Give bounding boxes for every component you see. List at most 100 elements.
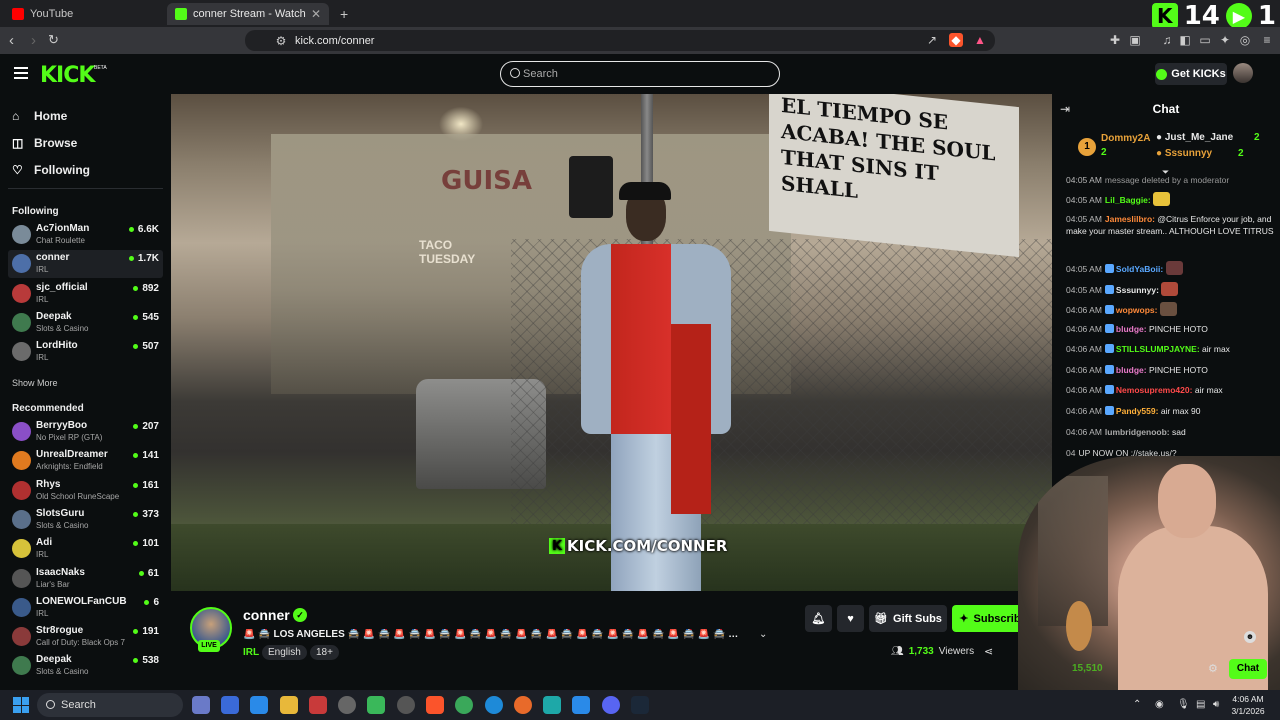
chrome-icon[interactable]	[455, 696, 473, 714]
tab-youtube[interactable]: YouTube	[4, 3, 164, 25]
message-user[interactable]: Nemosupremo420:	[1116, 385, 1193, 395]
follow-button[interactable]: ♥	[837, 605, 864, 632]
gift-subs-button[interactable]: 🎁︎ Gift Subs	[869, 605, 947, 632]
taskbar-search[interactable]: Search	[37, 693, 183, 717]
sidebar-channel-deepak[interactable]: Deepak Slots & Casino 545	[8, 309, 163, 337]
remote-app-icon[interactable]	[250, 696, 268, 714]
reload-icon[interactable]: ↻	[48, 32, 59, 48]
viewer-count: 191	[133, 626, 159, 637]
leo-icon[interactable]: ✦	[1218, 33, 1232, 47]
sidebar-channel-conner[interactable]: conner IRL 1.7K	[8, 250, 163, 279]
url-field[interactable]: kick.com/conner	[245, 30, 995, 51]
top-gifter-2[interactable]: ● Just_Me_Jane	[1156, 132, 1233, 143]
steam-icon[interactable]	[631, 696, 649, 714]
streamer-name[interactable]: conner	[243, 607, 290, 623]
user-avatar[interactable]	[1233, 63, 1253, 83]
message-user[interactable]: Jameslilbro:	[1105, 214, 1155, 224]
file-explorer-icon[interactable]	[280, 696, 298, 714]
sidebar-channel-adi[interactable]: Adi IRL 101	[8, 535, 163, 563]
arduino-icon[interactable]	[543, 696, 561, 714]
share-icon[interactable]: ↗	[925, 33, 939, 47]
media-icon[interactable]: ♫	[1160, 33, 1174, 47]
heart-icon: ♥	[847, 612, 854, 625]
message-user[interactable]: Pandy559:	[1116, 406, 1159, 416]
network-icon[interactable]: ▤	[1196, 699, 1205, 711]
category-link[interactable]: IRL	[243, 647, 259, 658]
site-info-icon[interactable]: ⚙	[274, 34, 288, 48]
sidebar-channel-sjc_official[interactable]: sjc_official IRL 892	[8, 280, 163, 308]
wallet-icon[interactable]: ▭	[1198, 33, 1212, 47]
volume-icon[interactable]: 🔊︎	[1213, 699, 1219, 711]
chat-settings-icon[interactable]: ⚙	[1208, 662, 1218, 675]
vpn-app-icon[interactable]	[367, 696, 385, 714]
message-user[interactable]: bludge:	[1116, 365, 1147, 375]
sidebar-channel-lonewolfancub[interactable]: LONEWOLFanCUB IRL 6	[8, 594, 163, 622]
chat-send-button[interactable]: Chat	[1229, 659, 1267, 679]
nav-following[interactable]: ♡ Following	[12, 163, 90, 177]
tag-language[interactable]: English	[262, 645, 307, 660]
microphone-icon[interactable]: 🎙︎	[1177, 699, 1190, 711]
nav-browse[interactable]: ◫ Browse	[12, 136, 77, 150]
tray-app-icon[interactable]: ◉	[1155, 699, 1164, 711]
back-icon[interactable]: ‹	[9, 32, 14, 49]
screenshot-icon[interactable]: ▣	[1128, 33, 1142, 47]
nav-home[interactable]: ⌂ Home	[12, 109, 67, 123]
sidebar-channel-slotsguru[interactable]: SlotsGuru Slots & Casino 373	[8, 506, 163, 534]
brave-rewards-icon[interactable]: ▲	[973, 33, 987, 47]
close-tab-icon[interactable]: ✕	[311, 7, 321, 21]
kick-logo[interactable]: KICK	[40, 63, 95, 88]
sidebar-channel-isaacnaks[interactable]: IsaacNaks Liar's Bar 61	[8, 565, 163, 593]
sidebar-channel-unrealdreamer[interactable]: UnrealDreamer Arknights: Endfield 141	[8, 447, 163, 475]
message-user[interactable]: lumbridgenoob:	[1105, 427, 1170, 437]
chevron-down-icon[interactable]: ⌄	[759, 629, 767, 640]
sidebar-channel-berryyboo[interactable]: BerryyBoo No Pixel RP (GTA) 207	[8, 418, 163, 446]
vscode-icon[interactable]	[572, 696, 590, 714]
get-kicks-button[interactable]: Get KICKs	[1155, 63, 1227, 85]
top-gifter-3[interactable]: ● Sssunnyy	[1156, 148, 1212, 159]
edge-icon[interactable]	[485, 696, 503, 714]
vpn-icon[interactable]: ◎	[1238, 33, 1252, 47]
sidebar-channel-str8rogue[interactable]: Str8rogue Call of Duty: Black Ops 7 191	[8, 623, 163, 651]
windows-start-icon[interactable]	[13, 697, 29, 713]
message-user[interactable]: SoldYaBoii:	[1116, 264, 1163, 274]
message-user[interactable]: STILLSLUMPJAYNE:	[1116, 344, 1200, 354]
message-user[interactable]: Sssunnyy:	[1116, 285, 1159, 295]
video-player[interactable]: GUISA TACO TUESDAY EL TIEMPO SE ACABA! T…	[171, 94, 1052, 591]
emote-picker-icon[interactable]: ☻	[1244, 631, 1256, 643]
hamburger-menu-icon[interactable]	[14, 67, 28, 79]
message-user[interactable]: Lil_Baggie:	[1105, 195, 1151, 205]
search-input[interactable]: Search	[500, 61, 780, 87]
tray-overflow-icon[interactable]: ⌃	[1133, 699, 1141, 711]
brave-browser-icon[interactable]	[426, 696, 444, 714]
sidebar-channel-lordhito[interactable]: LordHito IRL 507	[8, 338, 163, 366]
taskbar-clock[interactable]: 4:06 AM 3/1/2026	[1228, 693, 1268, 717]
menu-icon[interactable]: ≡	[1260, 33, 1274, 47]
sidebar-channel-rhys[interactable]: Rhys Old School RuneScape 161	[8, 477, 163, 505]
video-taco-sign: TACO TUESDAY	[419, 238, 476, 266]
clock-app-icon[interactable]	[338, 696, 356, 714]
channel-points[interactable]: 15,510	[1072, 663, 1103, 674]
sidebar-channel-ac7ionman[interactable]: Ac7ionMan Chat Roulette 6.6K	[8, 221, 163, 249]
message-user[interactable]: wopwops:	[1116, 305, 1158, 315]
sidebar-toggle-icon[interactable]: ◧	[1178, 33, 1192, 47]
netflix-app-icon[interactable]	[309, 696, 327, 714]
tag-age[interactable]: 18+	[310, 645, 339, 660]
firefox-icon[interactable]	[514, 696, 532, 714]
webcam-overlay	[1018, 456, 1280, 690]
task-view-icon[interactable]	[192, 696, 210, 714]
discord-icon[interactable]	[602, 696, 620, 714]
chat-app-icon[interactable]	[397, 696, 415, 714]
tab-conner-stream[interactable]: conner Stream - Watch Live o ✕	[167, 3, 329, 25]
notification-bell-button[interactable]: 🔔︎	[805, 605, 832, 632]
new-tab-button[interactable]: +	[332, 3, 352, 25]
extensions-icon[interactable]: ✚	[1108, 33, 1122, 47]
top-gifter-1[interactable]: Dommy2A	[1101, 133, 1150, 144]
sidebar-channel-deepak[interactable]: Deepak Slots & Casino 538	[8, 652, 163, 680]
share-icon[interactable]: ⋖	[984, 645, 993, 658]
store-app-icon[interactable]	[221, 696, 239, 714]
brave-shields-icon[interactable]: ◆	[949, 33, 963, 47]
forward-icon[interactable]: ›	[31, 32, 36, 49]
show-more-link[interactable]: Show More	[12, 378, 58, 388]
message-user[interactable]: bludge:	[1116, 324, 1147, 334]
emote-icon	[1153, 192, 1171, 206]
